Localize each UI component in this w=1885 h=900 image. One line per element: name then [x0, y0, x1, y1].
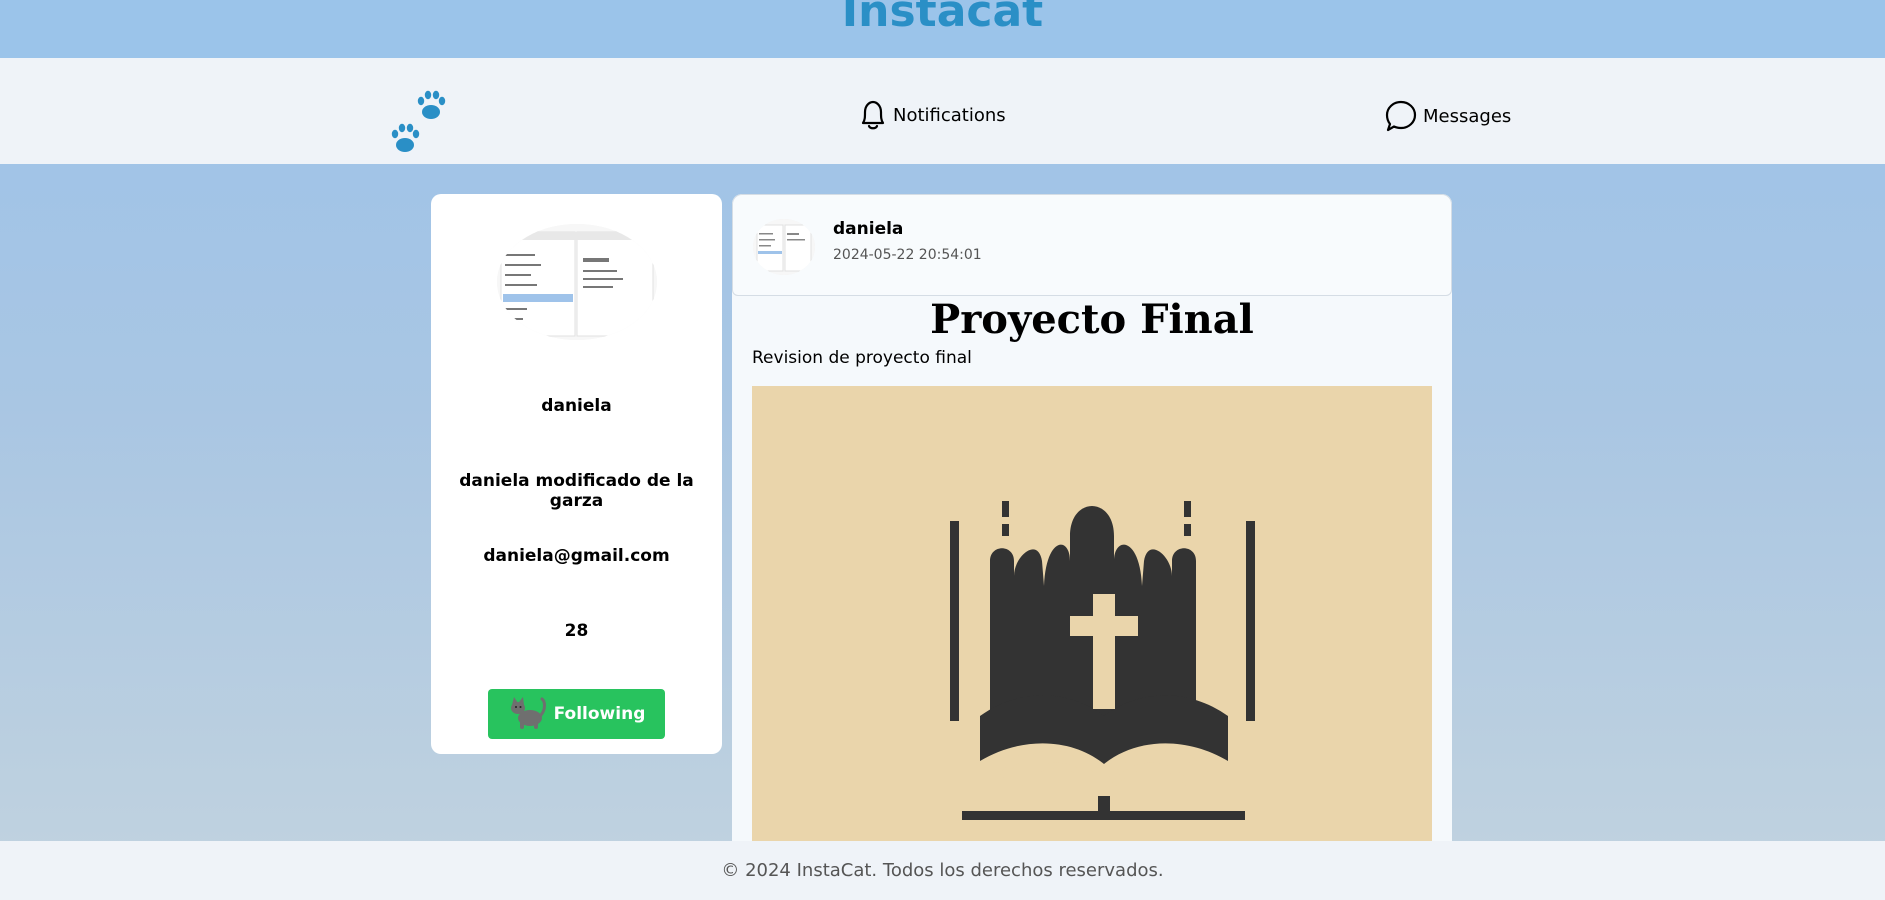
nav-notifications[interactable]: Notifications [857, 98, 1006, 132]
nav-notifications-label: Notifications [893, 104, 1006, 126]
bible-crown-illustration-icon [752, 386, 1432, 854]
cat-icon [508, 695, 546, 734]
post-description: Revision de proyecto final [752, 348, 972, 368]
following-button[interactable]: Following [488, 689, 665, 739]
post-author-name[interactable]: daniela [833, 219, 903, 239]
footer-copyright: © 2024 InstaCat. Todos los derechos rese… [721, 860, 1164, 881]
chat-bubble-icon [1383, 98, 1419, 134]
post-card: daniela 2024-05-22 20:54:01 Proyecto Fin… [732, 194, 1452, 854]
profile-age: 28 [564, 621, 589, 641]
nav-bar: Notifications Messages [0, 58, 1885, 164]
bell-icon [857, 98, 889, 132]
profile-username: daniela [541, 396, 612, 416]
profile-card: daniela daniela modificado de la garza d… [431, 194, 722, 754]
footer: © 2024 InstaCat. Todos los derechos rese… [0, 841, 1885, 900]
post-title: Proyecto Final [930, 296, 1254, 343]
post-header: daniela 2024-05-22 20:54:01 [732, 194, 1452, 296]
post-timestamp: 2024-05-22 20:54:01 [833, 247, 982, 263]
post-author-avatar[interactable] [753, 219, 815, 275]
brand-title: Instacat [841, 0, 1044, 37]
profile-full-name: daniela modificado de la garza [459, 471, 694, 511]
top-bar: Instacat [0, 0, 1885, 58]
following-button-label: Following [553, 704, 646, 724]
profile-email: daniela@gmail.com [483, 546, 670, 566]
post-image[interactable] [752, 386, 1432, 854]
nav-messages-label: Messages [1423, 105, 1512, 127]
nav-messages[interactable]: Messages [1383, 98, 1511, 134]
paw-logo-icon[interactable] [385, 86, 455, 154]
profile-avatar [497, 224, 657, 340]
